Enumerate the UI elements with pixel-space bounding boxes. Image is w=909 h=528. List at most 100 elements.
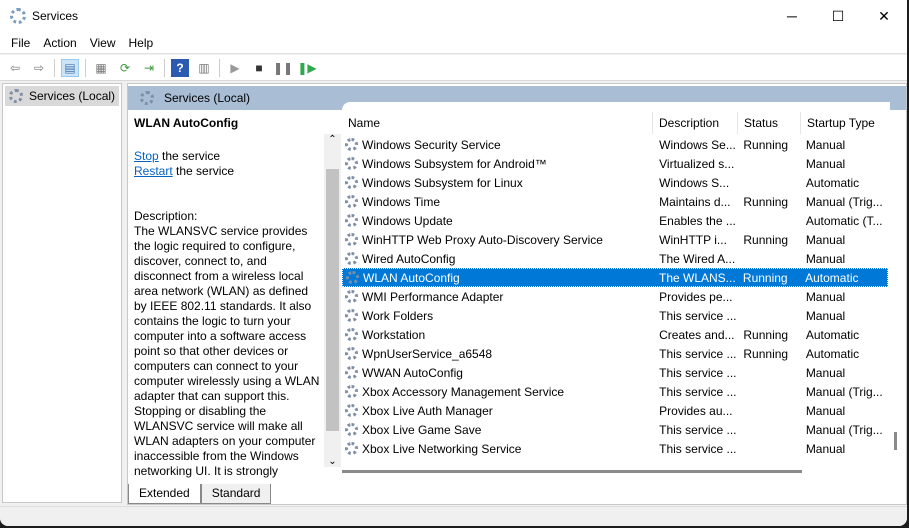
service-description: Provides au... xyxy=(653,404,737,418)
restart-text: the service xyxy=(173,164,234,178)
table-row[interactable]: WLAN AutoConfig The WLANS... Running Aut… xyxy=(342,268,888,287)
service-name: Windows Update xyxy=(358,214,653,228)
service-name: Windows Subsystem for Android™ xyxy=(358,157,653,171)
description-label: Description: xyxy=(134,209,324,224)
scroll-thumb[interactable] xyxy=(326,169,339,431)
service-name: Workstation xyxy=(358,328,653,342)
start-service-icon[interactable]: ▶ xyxy=(226,59,244,77)
export-list-icon[interactable]: ⇥ xyxy=(140,59,158,77)
close-button[interactable]: ✕ xyxy=(861,0,907,32)
pause-service-icon[interactable]: ❚❚ xyxy=(274,59,292,77)
forward-arrow-icon[interactable]: ⇨ xyxy=(30,59,48,77)
service-description: This service ... xyxy=(653,347,737,361)
toolbar: ⇦ ⇨ ▤ ▦ ⟳ ⇥ ? ▥ ▶ ■ ❚❚ ❚▶ xyxy=(0,55,907,81)
table-row[interactable]: Xbox Accessory Management Service This s… xyxy=(342,382,888,401)
properties-icon[interactable]: ▦ xyxy=(92,59,110,77)
service-startup-type: Manual xyxy=(800,157,888,171)
services-pane: Services (Local) WLAN AutoConfig Stop th… xyxy=(127,83,907,505)
service-gear-icon xyxy=(345,366,358,379)
vertical-scroll-thumb[interactable] xyxy=(894,432,897,450)
show-hide-console-tree-icon[interactable]: ▤ xyxy=(61,59,79,77)
service-status: Running xyxy=(737,328,799,342)
service-description: This service ... xyxy=(653,366,737,380)
service-startup-type: Manual xyxy=(800,366,888,380)
toolbar-separator xyxy=(164,59,165,77)
menu-bar: File Action View Help xyxy=(0,32,907,54)
action-pane-icon[interactable]: ▥ xyxy=(195,59,213,77)
column-status[interactable]: Status xyxy=(738,112,801,134)
menu-help[interactable]: Help xyxy=(129,36,154,50)
table-row[interactable]: WWAN AutoConfig This service ... Manual xyxy=(342,363,888,382)
service-startup-type: Automatic xyxy=(799,271,887,285)
gear-icon xyxy=(9,89,23,103)
service-name: WpnUserService_a6548 xyxy=(358,347,653,361)
description-scrollbar[interactable]: ⌃ ⌄ xyxy=(324,134,341,467)
list-header: Name Description Status Startup Type xyxy=(342,112,890,134)
service-gear-icon xyxy=(345,233,358,246)
restart-service-link[interactable]: Restart xyxy=(134,164,173,178)
service-description: WinHTTP i... xyxy=(653,233,737,247)
tab-extended[interactable]: Extended xyxy=(128,484,201,504)
menu-view[interactable]: View xyxy=(90,36,116,50)
table-row[interactable]: Wired AutoConfig The Wired A... Manual xyxy=(342,249,888,268)
service-gear-icon xyxy=(345,157,358,170)
pane-title: Services (Local) xyxy=(164,91,250,105)
service-name: Xbox Live Game Save xyxy=(358,423,653,437)
toolbar-separator xyxy=(54,59,55,77)
table-row[interactable]: Xbox Live Networking Service This servic… xyxy=(342,439,888,458)
help-icon[interactable]: ? xyxy=(171,59,189,77)
refresh-icon[interactable]: ⟳ xyxy=(116,59,134,77)
table-row[interactable]: Xbox Live Game Save This service ... Man… xyxy=(342,420,888,439)
service-gear-icon xyxy=(345,309,358,322)
column-description[interactable]: Description xyxy=(653,112,738,134)
scroll-up-icon[interactable]: ⌃ xyxy=(324,134,341,145)
service-startup-type: Manual xyxy=(800,442,888,456)
menu-action[interactable]: Action xyxy=(43,36,76,50)
table-row[interactable]: WinHTTP Web Proxy Auto-Discovery Service… xyxy=(342,230,888,249)
stop-service-icon[interactable]: ■ xyxy=(250,59,268,77)
stop-service-link[interactable]: Stop xyxy=(134,149,159,163)
service-name: Windows Security Service xyxy=(358,138,653,152)
table-row[interactable]: Windows Time Maintains d... Running Manu… xyxy=(342,192,888,211)
table-row[interactable]: Work Folders This service ... Manual xyxy=(342,306,888,325)
back-arrow-icon[interactable]: ⇦ xyxy=(6,59,24,77)
maximize-button[interactable]: ☐ xyxy=(815,0,861,32)
column-startup-type[interactable]: Startup Type xyxy=(801,112,890,134)
table-row[interactable]: Windows Update Enables the ... Automatic… xyxy=(342,211,888,230)
service-status: Running xyxy=(737,195,799,209)
horizontal-scrollbar[interactable] xyxy=(342,470,802,473)
tree-item-services-local[interactable]: Services (Local) xyxy=(5,86,119,106)
table-row[interactable]: Workstation Creates and... Running Autom… xyxy=(342,325,888,344)
service-startup-type: Manual xyxy=(800,252,888,266)
table-row[interactable]: WpnUserService_a6548 This service ... Ru… xyxy=(342,344,888,363)
table-row[interactable]: Windows Subsystem for Linux Windows S...… xyxy=(342,173,888,192)
table-row[interactable]: Windows Subsystem for Android™ Virtualiz… xyxy=(342,154,888,173)
service-startup-type: Automatic xyxy=(800,176,888,190)
services-list: Name Description Status Startup Type Win… xyxy=(342,102,890,467)
tab-standard[interactable]: Standard xyxy=(201,484,272,504)
service-gear-icon xyxy=(345,252,358,265)
service-startup-type: Manual (Trig... xyxy=(800,385,888,399)
service-description: Maintains d... xyxy=(653,195,737,209)
minimize-button[interactable]: ─ xyxy=(769,0,815,32)
menu-file[interactable]: File xyxy=(11,36,30,50)
restart-service-icon[interactable]: ❚▶ xyxy=(298,59,316,77)
service-status: Running xyxy=(737,233,799,247)
service-status: Running xyxy=(737,138,799,152)
service-gear-icon xyxy=(345,195,358,208)
scroll-down-icon[interactable]: ⌄ xyxy=(324,456,341,467)
service-startup-type: Manual (Trig... xyxy=(800,423,888,437)
service-gear-icon xyxy=(345,176,358,189)
service-description: Windows S... xyxy=(653,176,737,190)
service-name: WinHTTP Web Proxy Auto-Discovery Service xyxy=(358,233,653,247)
service-status: Running xyxy=(737,347,799,361)
table-row[interactable]: WMI Performance Adapter Provides pe... M… xyxy=(342,287,888,306)
table-row[interactable]: Xbox Live Auth Manager Provides au... Ma… xyxy=(342,401,888,420)
column-name[interactable]: Name xyxy=(342,112,653,134)
service-startup-type: Manual (Trig... xyxy=(800,195,888,209)
service-name: Work Folders xyxy=(358,309,653,323)
table-row[interactable]: Windows Security Service Windows Se... R… xyxy=(342,135,888,154)
title-bar: Services ─ ☐ ✕ xyxy=(0,0,907,32)
tree-item-label: Services (Local) xyxy=(29,89,115,103)
status-bar xyxy=(0,506,907,526)
